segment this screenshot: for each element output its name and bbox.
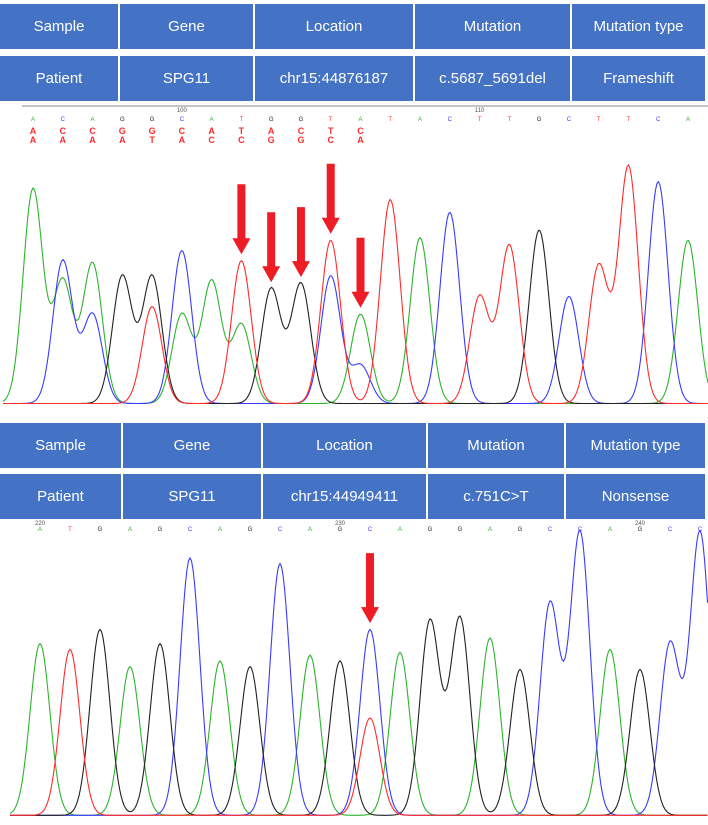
base-call: A (308, 527, 312, 533)
cell: chr15:44876187 (255, 56, 415, 101)
base-call: T (478, 117, 482, 123)
base-call: A (128, 527, 132, 533)
allele-call: C (208, 135, 215, 145)
base-call: A (686, 117, 690, 123)
base-call: A (488, 527, 492, 533)
base-call: C (278, 527, 283, 533)
allele-call: A (60, 135, 67, 145)
base-call: C (656, 117, 661, 123)
mutation-arrow (361, 553, 379, 624)
base-call: G (158, 527, 163, 533)
base-call: G (98, 527, 103, 533)
header-cell: Sample (0, 423, 123, 468)
header-cell: Mutation type (572, 4, 705, 49)
base-call: T (627, 117, 631, 123)
header-cell: Location (255, 4, 415, 49)
base-call: A (358, 117, 362, 123)
allele-call: C (238, 135, 245, 145)
table-row: Patient SPG11 chr15:44876187 c.5687_5691… (0, 56, 705, 101)
cell: c.751C>T (428, 474, 566, 519)
allele-call: A (89, 135, 96, 145)
cell: c.5687_5691del (415, 56, 572, 101)
mutation-arrow (351, 237, 370, 308)
allele-call: G (297, 135, 304, 145)
cell: chr15:44949411 (263, 474, 428, 519)
base-call: G (299, 117, 304, 123)
table-row: Patient SPG11 chr15:44949411 c.751C>T No… (0, 474, 705, 519)
figure: A B Sample Gene Location Mutation Mutati… (0, 0, 708, 825)
header-cell: Location (263, 423, 428, 468)
base-call: G (518, 527, 523, 533)
table-header-row: Sample Gene Location Mutation Mutation t… (0, 423, 705, 468)
base-call: C (61, 117, 66, 123)
trace-G (3, 229, 708, 405)
mutation-arrow (291, 207, 310, 278)
header-cell: Mutation type (566, 423, 705, 468)
allele-call: G (268, 135, 275, 145)
base-call: A (91, 117, 95, 123)
base-call: A (398, 527, 402, 533)
base-call: A (418, 117, 422, 123)
mutation-arrow (262, 212, 281, 283)
allele-call: A (30, 135, 37, 145)
base-call: C (180, 117, 185, 123)
base-call: C (448, 117, 453, 123)
base-call: G (458, 527, 463, 533)
base-call: A (218, 527, 222, 533)
allele-call: A (119, 135, 126, 145)
base-call: A (38, 527, 42, 533)
base-call: G (120, 117, 125, 123)
base-call: G (537, 117, 542, 123)
mutation-arrow (232, 184, 251, 255)
base-call: G (150, 117, 155, 123)
base-call: C (668, 527, 673, 533)
chromatogram-b: 220 230 240A T G A G C A G C A G C A G G A G C C A G C C (9, 521, 708, 816)
cell: SPG11 (120, 56, 255, 101)
base-call: T (68, 527, 72, 533)
base-call: C (188, 527, 193, 533)
base-call: C (567, 117, 572, 123)
base-call: G (638, 527, 643, 533)
base-call: A (210, 117, 214, 123)
base-call: T (508, 117, 512, 123)
table-header-row: Sample Gene Location Mutation Mutation t… (0, 4, 705, 49)
base-call: T (329, 117, 333, 123)
position-tick: 110 (475, 108, 485, 114)
cell: Patient (0, 474, 123, 519)
base-call: G (428, 527, 433, 533)
chromatogram-a: 100 110A C A G G C A T G G T A T A C T T G C T T C AA C C G G C A T A C T… (2, 105, 708, 405)
base-call: G (248, 527, 253, 533)
header-cell: Mutation (415, 4, 572, 49)
base-call: T (597, 117, 601, 123)
header-cell: Gene (120, 4, 255, 49)
base-call: A (31, 117, 35, 123)
cell: SPG11 (123, 474, 263, 519)
base-call: C (548, 527, 553, 533)
allele-call: A (357, 135, 364, 145)
base-call: C (368, 527, 373, 533)
cell: Patient (0, 56, 120, 101)
mutation-arrow (321, 163, 340, 234)
header-cell: Mutation (428, 423, 566, 468)
header-cell: Gene (123, 423, 263, 468)
header-cell: Sample (0, 4, 120, 49)
cell: Frameshift (572, 56, 705, 101)
base-call: T (388, 117, 392, 123)
allele-call: C (327, 135, 334, 145)
allele-call: T (149, 135, 155, 145)
base-call: G (269, 117, 274, 123)
base-call: G (338, 527, 343, 533)
position-tick: 100 (177, 108, 188, 114)
base-call: A (608, 527, 612, 533)
allele-call: A (179, 135, 186, 145)
cell: Nonsense (566, 474, 705, 519)
base-call: T (240, 117, 244, 123)
